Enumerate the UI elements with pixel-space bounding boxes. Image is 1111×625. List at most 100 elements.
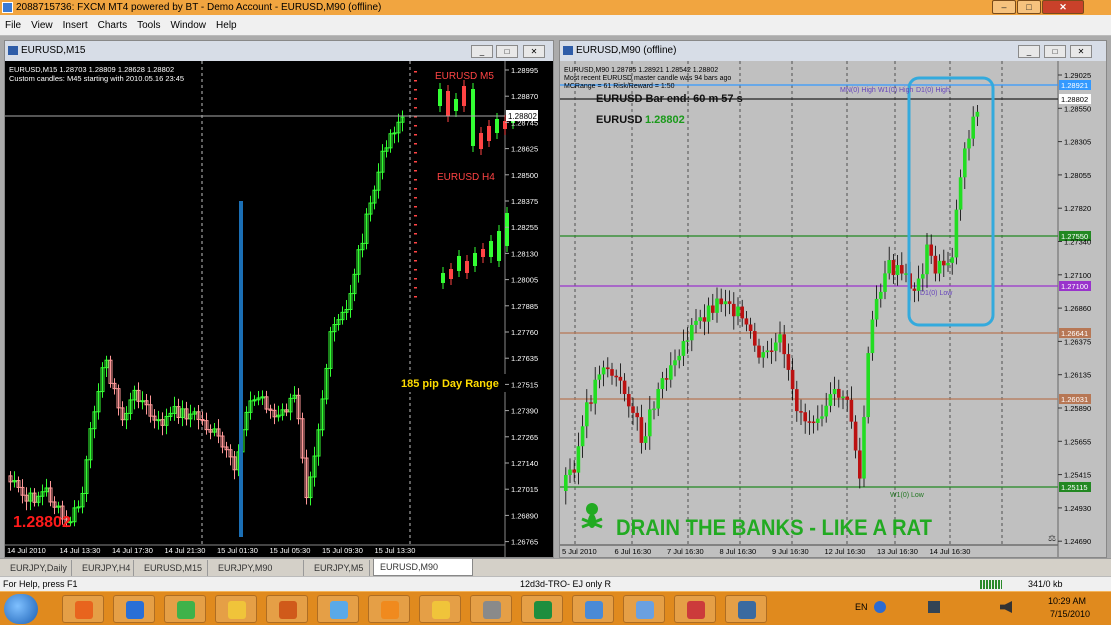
tools-icon-glyph: [687, 601, 705, 619]
m15-candlestick-chart[interactable]: 1.28802 EURUSD,M15 1.28703 1.28809 1.286…: [5, 61, 553, 557]
candle-body: [967, 138, 971, 149]
y-axis-tick-label: 1.27390: [511, 407, 538, 416]
candle-body: [883, 273, 887, 292]
menu-view[interactable]: View: [26, 15, 58, 36]
y-axis-tick-label: 1.25890: [1064, 404, 1091, 413]
candle-body: [614, 375, 618, 378]
x-axis-tick-label: 14 Jul 2010: [7, 546, 46, 555]
itunes-icon-glyph: [636, 601, 654, 619]
candle-body: [937, 260, 942, 274]
volume-bar-blue: [239, 201, 243, 537]
explorer-folder-icon-glyph: [228, 601, 246, 619]
chart-close-button[interactable]: ✕: [1070, 45, 1092, 58]
m5-candle-body: [495, 119, 499, 133]
chart-restore-button[interactable]: □: [1044, 45, 1066, 58]
tab-eurjpy-m5[interactable]: EURJPY,M5: [308, 560, 370, 576]
chart-window-title-bar[interactable]: EURUSD,M90 (offline) _ □ ✕: [560, 41, 1106, 61]
media-player-icon[interactable]: [266, 595, 308, 623]
x-axis-tick-label: 15 Jul 01:30: [217, 546, 258, 555]
itunes-icon[interactable]: [623, 595, 665, 623]
candle-body: [950, 257, 954, 263]
x-axis-tick-label: 15 Jul 05:30: [270, 546, 311, 555]
status-bar: For Help, press F1 12d3d-TRO- EJ only R …: [0, 576, 1111, 591]
candle-body: [568, 469, 572, 475]
y-axis-tick-label: 1.28500: [511, 171, 538, 180]
explorer-folder-icon[interactable]: [215, 595, 257, 623]
tab-eurjpy-h4[interactable]: EURJPY,H4: [76, 560, 134, 576]
chart-window-title: EURUSD,M15: [21, 45, 86, 56]
outlook-icon[interactable]: [368, 595, 410, 623]
app-z-icon[interactable]: [113, 595, 155, 623]
chart-window-title-bar[interactable]: EURUSD,M15 _ □ ✕: [5, 41, 553, 61]
mt4-icon[interactable]: [725, 595, 767, 623]
tab-eurjpy-daily[interactable]: EURJPY,Daily: [4, 560, 72, 576]
menu-charts[interactable]: Charts: [93, 15, 132, 36]
info-line-1: EURUSD,M15 1.28703 1.28809 1.28628 1.288…: [9, 65, 174, 74]
minimize-button[interactable]: –: [992, 0, 1016, 14]
menu-file[interactable]: File: [0, 15, 26, 36]
ie-icon[interactable]: [572, 595, 614, 623]
candle-body: [975, 111, 980, 117]
excel-icon[interactable]: [521, 595, 563, 623]
calculator-icon[interactable]: [470, 595, 512, 623]
candle-body: [622, 380, 627, 395]
yellow-folder-icon[interactable]: [419, 595, 461, 623]
menu-tools[interactable]: Tools: [132, 15, 165, 36]
candle-body: [572, 469, 576, 473]
maximize-button[interactable]: □: [1017, 0, 1041, 14]
day-range-label: 185 pip Day Range: [401, 378, 499, 390]
h4-candle-body: [441, 273, 445, 283]
tools-icon[interactable]: [674, 595, 716, 623]
window-title: 2088715736: FXCM MT4 powered by BT - Dem…: [16, 2, 382, 13]
m90-candlestick-chart[interactable]: ⚖ EURUSD,M90 1.28785 1.28921 1.28542 1.2…: [560, 61, 1106, 557]
language-indicator[interactable]: EN: [855, 602, 868, 612]
candle-body: [866, 353, 870, 418]
scale-fix-icon[interactable]: ⚖: [1048, 534, 1056, 544]
chart-close-button[interactable]: ✕: [523, 45, 545, 58]
tab-eurusd-m15[interactable]: EURUSD,M15: [138, 560, 208, 576]
menu-insert[interactable]: Insert: [58, 15, 93, 36]
chart-window-eurusd-m15[interactable]: EURUSD,M15 _ □ ✕ 1.28802 EURUSD,M15 1.28…: [4, 40, 554, 558]
menu-window[interactable]: Window: [165, 15, 211, 36]
candle-body: [706, 305, 711, 322]
help-tray-icon[interactable]: [874, 601, 886, 613]
window-title-bar: 2088715736: FXCM MT4 powered by BT - Dem…: [0, 0, 1111, 15]
y-axis-tick-label: 1.27885: [511, 302, 538, 311]
status-profile: 12d3d-TRO- EJ only R: [520, 579, 612, 589]
clock-time[interactable]: 10:29 AM: [1048, 596, 1086, 606]
network-tray-icon[interactable]: [928, 601, 940, 613]
y-axis-tick-label: 1.28625: [511, 145, 538, 154]
volume-tray-icon[interactable]: [1000, 601, 1012, 613]
chart-minimize-button[interactable]: _: [1018, 45, 1040, 58]
candle-body: [685, 340, 690, 342]
clock-date[interactable]: 7/15/2010: [1050, 609, 1090, 619]
chart-window-eurusd-m90[interactable]: EURUSD,M90 (offline) _ □ ✕ ⚖ EURUSD,M90 …: [559, 40, 1107, 558]
chart-minimize-button[interactable]: _: [471, 45, 493, 58]
firefox-icon[interactable]: [62, 595, 104, 623]
menu-help[interactable]: Help: [211, 15, 242, 36]
candle-body: [744, 318, 749, 325]
info-line-3: MCRange = 61 Risk/Reward = 1:50: [564, 83, 675, 90]
paint-icon[interactable]: [317, 595, 359, 623]
green-app-icon[interactable]: [164, 595, 206, 623]
x-axis-tick-label: 8 Jul 16:30: [720, 547, 757, 556]
candle-body: [925, 244, 929, 275]
yellow-folder-icon-glyph: [432, 601, 450, 619]
candle-body: [723, 301, 728, 305]
h4-candle-body: [481, 249, 485, 257]
windows-taskbar: EN 10:29 AM 7/15/2010: [0, 591, 1111, 625]
m5-candle-body: [471, 89, 475, 146]
tab-eurjpy-m90-offline[interactable]: EURJPY,M90 (offline): [212, 560, 304, 589]
candle-body: [954, 209, 959, 258]
candle-body: [929, 244, 933, 256]
start-button[interactable]: [4, 594, 38, 624]
candle-body: [593, 379, 597, 404]
tab-eurusd-m90-offline[interactable]: EURUSD,M90 (offline): [373, 559, 473, 588]
w1-high-label: W1(0) High: [878, 87, 914, 94]
close-button[interactable]: ✕: [1042, 0, 1084, 14]
candle-body: [711, 305, 715, 313]
candle-body: [601, 367, 606, 375]
chart-restore-button[interactable]: □: [496, 45, 518, 58]
candle-body: [740, 306, 744, 319]
calculator-icon-glyph: [483, 601, 501, 619]
